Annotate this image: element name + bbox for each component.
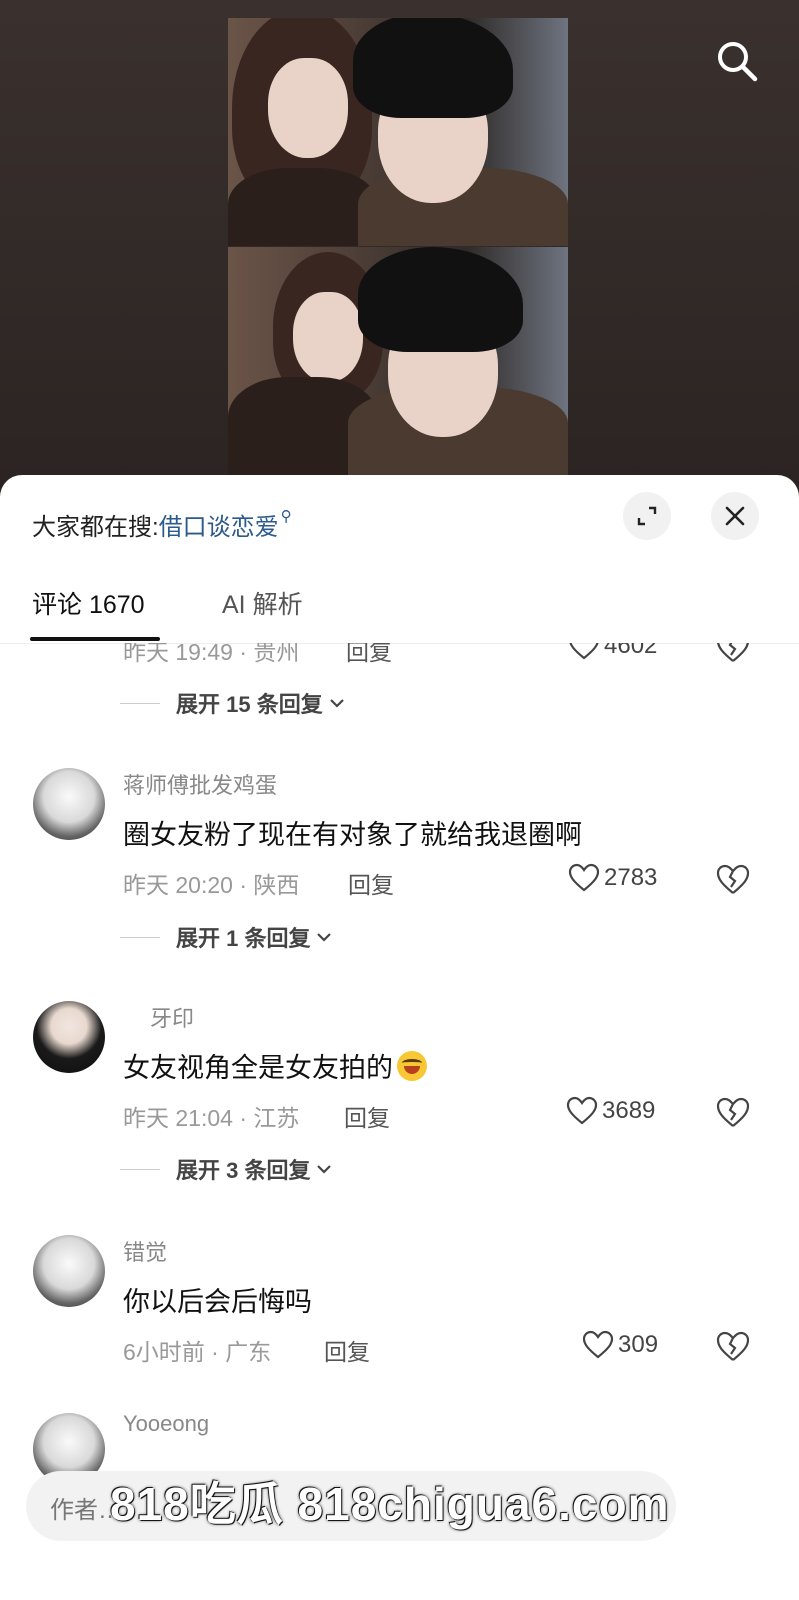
avatar[interactable]	[33, 768, 105, 840]
watermark: 818吃瓜 818chigua6.com	[110, 1478, 670, 1530]
comment-username[interactable]: Yooeong	[123, 1411, 209, 1437]
like-count: 4602	[604, 643, 658, 659]
search-small-icon: ⚲	[280, 508, 292, 525]
hot-search-keyword[interactable]: 借口谈恋爱	[159, 514, 279, 541]
heart-icon	[568, 863, 600, 892]
like-count: 2783	[604, 864, 658, 891]
comment-username[interactable]: 错觉	[123, 1235, 167, 1267]
like-count: 3689	[602, 1097, 656, 1124]
comment-text: 圈女友粉了现在有对象了就给我退圈啊	[123, 820, 582, 850]
comment-meta: 昨天 20:20 · 陕西	[123, 872, 300, 898]
reply-button[interactable]: 回复	[348, 866, 394, 900]
like-button[interactable]: 3689	[566, 1096, 655, 1126]
broken-heart-icon	[716, 864, 750, 894]
expand-replies-label: 展开 15 条回复	[176, 692, 323, 717]
comment-username[interactable]: 蒋师傅批发鸡蛋	[123, 768, 277, 800]
expand-replies-button[interactable]: 展开 1 条回复	[120, 921, 332, 953]
comment-text: 女友视角全是女友拍的	[123, 1046, 427, 1085]
comment-text: 你以后会后悔吗	[123, 1287, 312, 1317]
comment-text-body: 女友视角全是女友拍的	[123, 1053, 393, 1083]
broken-heart-icon	[716, 1331, 750, 1361]
broken-heart-icon	[716, 1097, 750, 1127]
close-button[interactable]	[711, 492, 759, 540]
expand-replies-label: 展开 3 条回复	[176, 1158, 311, 1183]
video-area[interactable]	[0, 0, 799, 490]
broken-heart-icon	[717, 643, 749, 662]
heart-icon	[582, 1330, 614, 1359]
comments-panel: 大家都在搜:借口谈恋爱 ⚲ 评论 1670 AI 解析 昨天 19:49 · 贵州…	[0, 475, 799, 1600]
heart-icon	[569, 643, 599, 660]
close-icon	[725, 506, 745, 526]
chevron-down-icon	[317, 1165, 332, 1174]
expand-fullscreen-button[interactable]	[623, 492, 671, 540]
hot-search-prefix: 大家都在搜:	[32, 514, 159, 541]
comment-username[interactable]: 牙印	[150, 1001, 194, 1033]
heart-icon	[566, 1096, 598, 1125]
dislike-button[interactable]	[716, 643, 750, 665]
dislike-button[interactable]	[716, 1330, 750, 1364]
avatar[interactable]	[33, 1001, 105, 1073]
hot-search-bar[interactable]: 大家都在搜:借口谈恋爱 ⚲	[32, 507, 292, 542]
reply-button[interactable]: 回复	[346, 643, 392, 667]
video-photo-bottom	[228, 247, 568, 475]
laughing-crying-emoji-icon	[397, 1051, 427, 1081]
like-count: 309	[618, 1331, 659, 1358]
comment-meta: 6小时前 · 广东	[123, 1339, 272, 1365]
avatar[interactable]	[33, 1235, 105, 1307]
comment-list[interactable]: 昨天 19:49 · 贵州 回复 4602 展开 15 条回复 蒋师傅批发鸡蛋 …	[0, 643, 799, 1600]
tab-ai-analysis[interactable]: AI 解析	[222, 585, 303, 621]
like-button[interactable]: 2783	[568, 863, 657, 893]
expand-replies-button[interactable]: 展开 15 条回复	[120, 687, 345, 719]
comment-tabs: 评论 1670 AI 解析	[0, 565, 799, 644]
active-tab-indicator	[30, 637, 160, 641]
expand-icon	[637, 506, 657, 526]
reply-button[interactable]: 回复	[324, 1333, 370, 1367]
dislike-button[interactable]	[716, 863, 750, 897]
tab-comments[interactable]: 评论 1670	[32, 585, 145, 621]
expand-replies-button[interactable]: 展开 3 条回复	[120, 1153, 332, 1185]
comment-meta: 昨天 19:49 · 贵州	[123, 643, 300, 665]
chevron-down-icon	[317, 933, 332, 942]
comment-meta: 昨天 21:04 · 江苏	[123, 1105, 300, 1131]
like-button[interactable]: 4602	[568, 643, 657, 661]
video-photo-top	[228, 18, 568, 246]
dislike-button[interactable]	[716, 1096, 750, 1130]
chevron-down-icon	[329, 699, 344, 708]
search-icon[interactable]	[712, 36, 762, 86]
reply-button[interactable]: 回复	[344, 1099, 390, 1133]
like-button[interactable]: 309	[582, 1330, 658, 1360]
expand-replies-label: 展开 1 条回复	[176, 926, 311, 951]
